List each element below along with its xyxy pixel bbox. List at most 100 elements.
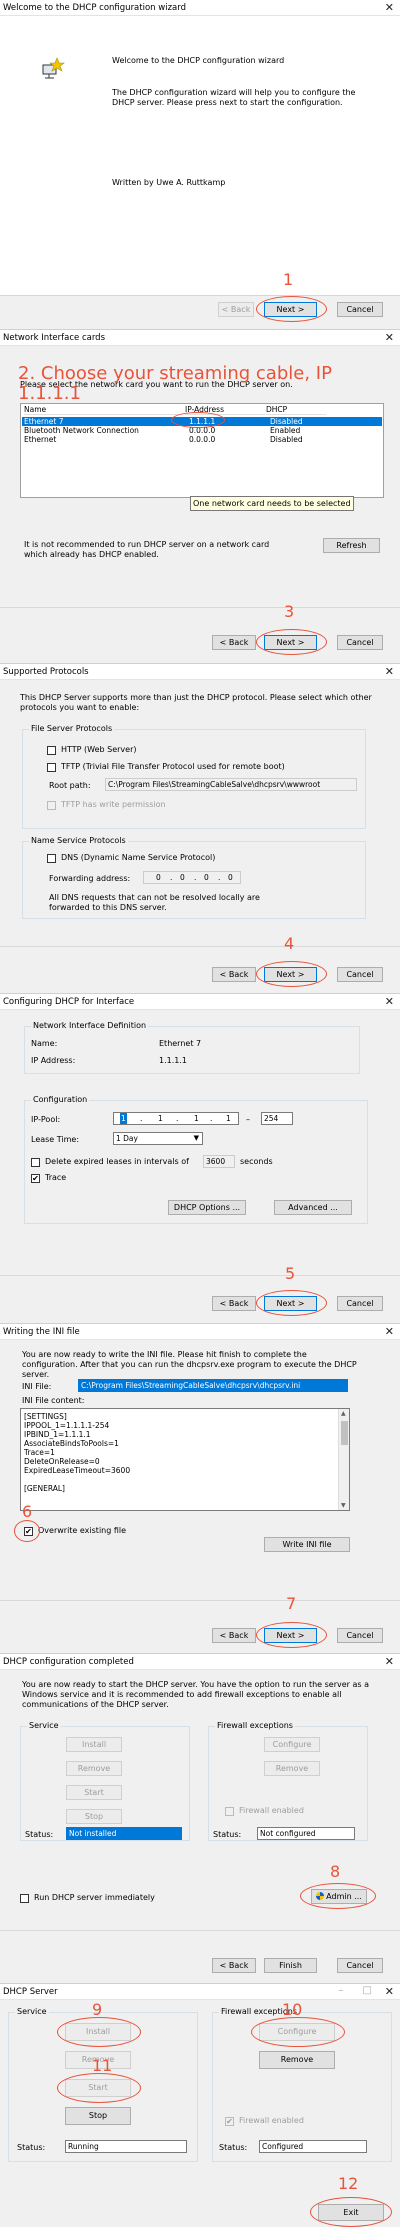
firewall-status-label: Status: (213, 1830, 242, 1839)
back-button[interactable]: < Back (212, 967, 256, 982)
back-button[interactable]: < Back (212, 1628, 256, 1643)
annotation-circle-admin (300, 1883, 376, 1909)
ini-line: ExpiredLeaseTimeout=3600 (24, 1466, 131, 1475)
cancel-button[interactable]: Cancel (337, 1628, 383, 1643)
lease-time-value: 1 Day (116, 1134, 138, 1143)
dot: . (140, 1114, 143, 1123)
scrollbar-thumb[interactable] (341, 1421, 348, 1445)
refresh-button[interactable]: Refresh (323, 538, 380, 553)
annotation-circle-configure (251, 2017, 345, 2047)
cancel-button[interactable]: Cancel (337, 635, 383, 650)
firewall-remove-button[interactable]: Remove (259, 2051, 335, 2069)
dns-label: DNS (Dynamic Name Service Protocol) (61, 853, 216, 862)
ini-file-input[interactable]: C:\Program Files\StreamingCableSalve\dhc… (78, 1379, 348, 1392)
ini-line: Trace=1 (24, 1448, 55, 1457)
dhcp-options-button[interactable]: DHCP Options ... (168, 1200, 246, 1215)
dns-checkbox[interactable] (47, 854, 56, 863)
ini-line: [GENERAL] (24, 1484, 65, 1493)
cancel-button[interactable]: Cancel (337, 1296, 383, 1311)
name-service-group: Name Service Protocols DNS (Dynamic Name… (22, 836, 366, 919)
back-button[interactable]: < Back (212, 635, 256, 650)
selection-tooltip: One network card needs to be selected (190, 496, 354, 511)
annotation-step-2: 2. Choose your streaming cable, IP 1.1.1… (18, 363, 332, 404)
column-header-name[interactable]: Name (24, 405, 179, 415)
close-icon[interactable]: ✕ (385, 995, 394, 1008)
configure-button[interactable]: Configure (264, 1737, 320, 1752)
list-item[interactable]: Ethernet 7 (24, 417, 63, 426)
scroll-up-icon[interactable]: ▲ (341, 1410, 346, 1417)
ini-line: [SETTINGS] (24, 1412, 67, 1421)
ip-pool-start-input[interactable]: 1 . 1 . 1 . 1 (113, 1112, 239, 1125)
completed-intro: You are now ready to start the DHCP serv… (22, 1680, 369, 1709)
separator (0, 1275, 400, 1276)
annotation-step-12: 12 (338, 2174, 359, 2193)
cancel-button[interactable]: Cancel (337, 302, 383, 317)
list-item-dhcp: Enabled (270, 426, 301, 435)
welcome-heading: Welcome to the DHCP configuration wizard (112, 56, 285, 65)
cancel-button[interactable]: Cancel (337, 967, 383, 982)
annotation-circle-ip (171, 412, 225, 428)
finish-button[interactable]: Finish (264, 1958, 317, 1973)
advanced-button[interactable]: Advanced ... (274, 1200, 352, 1215)
run-immediately-checkbox[interactable] (20, 1894, 29, 1903)
stop-button[interactable]: Stop (65, 2107, 131, 2125)
column-header-dhcp[interactable]: DHCP (266, 405, 326, 415)
delete-interval-input[interactable]: 3600 (203, 1155, 235, 1168)
remove-button[interactable]: Remove (66, 1761, 122, 1776)
ip-pool-end-input[interactable]: 254 (261, 1112, 293, 1125)
root-path-input[interactable]: C:\Program Files\StreamingCableSalve\dhc… (105, 778, 357, 791)
cancel-button[interactable]: Cancel (337, 1958, 383, 1973)
delete-expired-checkbox[interactable] (31, 1158, 40, 1167)
list-item-dhcp: Disabled (270, 417, 303, 426)
back-button[interactable]: < Back (212, 1296, 256, 1311)
fwd-octet: 0 (180, 873, 185, 882)
close-icon[interactable]: ✕ (385, 1655, 394, 1668)
network-card-list[interactable]: Name IP-Address DHCP Ethernet 7 1.1.1.1 … (20, 403, 384, 498)
title-bar: Writing the INI file ✕ (0, 1324, 400, 1340)
close-icon[interactable]: ✕ (385, 665, 394, 678)
ini-content-textarea[interactable]: [SETTINGS] IPPOOL_1=1.1.1.1-254 IPBIND_1… (20, 1408, 350, 1511)
start-button[interactable]: Start (66, 1785, 122, 1800)
annotation-circle-next (256, 961, 327, 987)
annotation-step-11: 11 (92, 2056, 113, 2075)
delete-expired-label: Delete expired leases in intervals of (45, 1157, 189, 1166)
close-icon[interactable]: ✕ (385, 331, 394, 344)
tftp-checkbox[interactable] (47, 763, 56, 772)
list-item[interactable]: Bluetooth Network Connection (24, 426, 139, 435)
close-icon[interactable]: ✕ (385, 1325, 394, 1338)
annotation-circle-next (256, 1622, 327, 1648)
ini-intro: You are now ready to write the INI file.… (22, 1350, 357, 1379)
network-wizard-icon (42, 57, 65, 79)
ini-line: DeleteOnRelease=0 (24, 1457, 100, 1466)
trace-checkbox[interactable]: ✔ (31, 1174, 40, 1183)
vertical-scrollbar[interactable]: ▲ ▼ (338, 1409, 349, 1510)
tftp-write-checkbox[interactable] (47, 801, 56, 810)
close-icon[interactable]: ✕ (385, 1985, 394, 1998)
lease-time-select[interactable]: 1 Day ▼ (113, 1132, 203, 1145)
install-button[interactable]: Install (66, 1737, 122, 1752)
root-path-label: Root path: (49, 781, 91, 790)
window-controls[interactable]: – □ (338, 1985, 380, 1996)
list-item-dhcp: Disabled (270, 435, 303, 444)
firewall-enabled-checkbox[interactable] (225, 1807, 234, 1816)
window-title: Welcome to the DHCP configuration wizard (3, 3, 186, 13)
http-checkbox[interactable] (47, 746, 56, 755)
write-ini-button[interactable]: Write INI file (264, 1537, 350, 1552)
forwarding-address-input[interactable]: 0 . 0 . 0 . 0 (143, 871, 241, 884)
close-icon[interactable]: ✕ (385, 1, 394, 14)
ini-line: AssociateBindsToPools=1 (24, 1439, 119, 1448)
service-group-label: Service (15, 2007, 49, 2016)
separator (0, 1930, 400, 1931)
list-item[interactable]: Ethernet (24, 435, 56, 444)
welcome-body: The DHCP configuration wizard will help … (112, 88, 356, 107)
stop-button[interactable]: Stop (66, 1809, 122, 1824)
firewall-status-value: Not configured (257, 1827, 355, 1840)
back-button[interactable]: < Back (218, 302, 254, 317)
scroll-down-icon[interactable]: ▼ (341, 1502, 346, 1509)
back-button[interactable]: < Back (212, 1958, 256, 1973)
dns-note: All DNS requests that can not be resolve… (49, 893, 260, 912)
firewall-enabled-checkbox[interactable]: ✔ (225, 2117, 234, 2126)
annotation-step-4: 4 (284, 934, 295, 953)
firewall-remove-button[interactable]: Remove (264, 1761, 320, 1776)
annotation-circle-start (57, 2073, 141, 2103)
